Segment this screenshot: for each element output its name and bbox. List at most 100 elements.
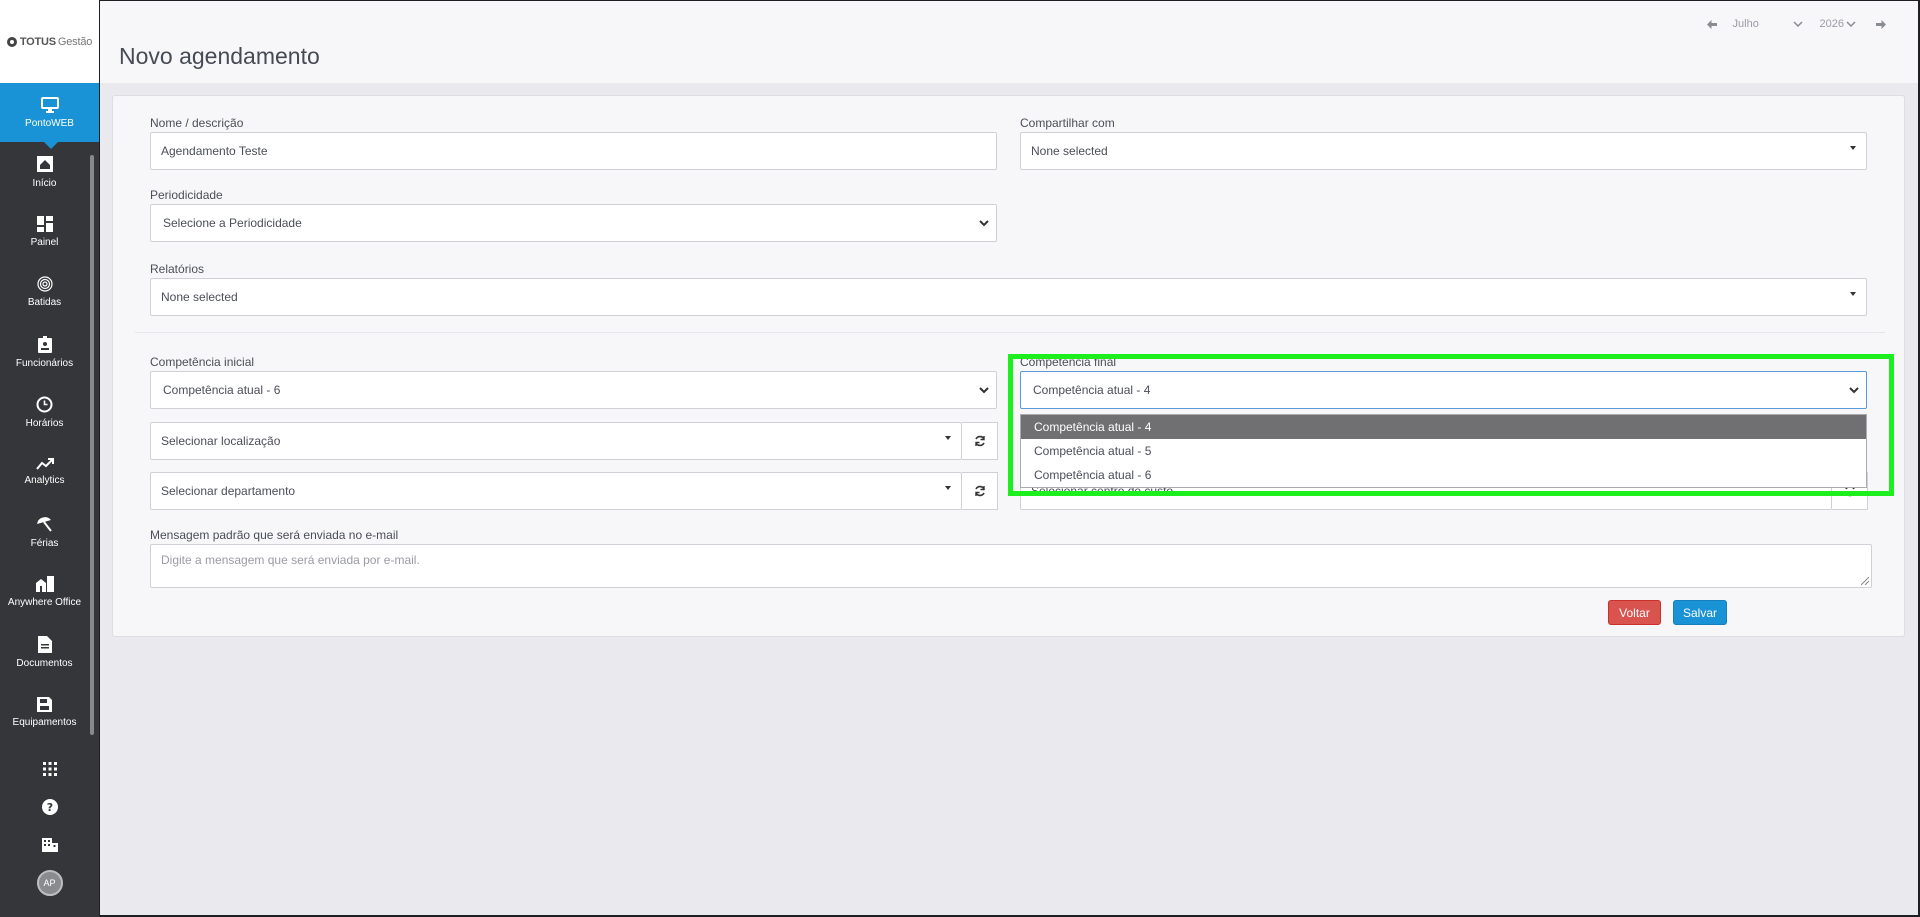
sidebar-item-horarios[interactable]: Horários — [0, 382, 89, 442]
resize-grip-icon[interactable] — [1861, 577, 1869, 585]
sidebar-item-inicio[interactable]: Início — [0, 142, 89, 202]
year-chevron-down-icon[interactable] — [1846, 18, 1858, 30]
prev-month-button[interactable] — [1705, 17, 1719, 31]
company-building-icon — [41, 838, 58, 852]
dropdown-option[interactable]: Competência atual - 4 — [1021, 415, 1866, 439]
app-label: PontoWEB — [25, 117, 74, 129]
refresh-localizacao-button[interactable] — [962, 422, 998, 460]
month-chevron-down-icon[interactable] — [1792, 18, 1805, 30]
dropdown-option[interactable]: Competência atual - 6 — [1021, 463, 1866, 487]
nome-value: Agendamento Teste — [161, 144, 268, 158]
dropdown-option[interactable]: Competência atual - 5 — [1021, 439, 1866, 463]
departamento-select[interactable]: Selecionar departamento — [150, 472, 962, 510]
arrow-left-icon — [1706, 19, 1717, 29]
totvs-logo-icon — [6, 36, 17, 47]
brand-sub: Gestão — [57, 35, 93, 48]
compartilhar-multiselect[interactable]: None selected — [1020, 132, 1867, 170]
sidebar-item-label: Horários — [25, 417, 64, 429]
sidebar-scrollbar[interactable] — [89, 145, 95, 742]
sidebar-item-label: Anywhere Office — [7, 597, 82, 608]
mensagem-placeholder: Digite a mensagem que será enviada por e… — [161, 553, 420, 567]
page-title: Novo agendamento — [119, 43, 320, 69]
refresh-icon — [974, 435, 985, 447]
sidebar-item-label: Documentos — [16, 657, 73, 669]
mensagem-textarea[interactable]: Digite a mensagem que será enviada por e… — [150, 544, 1872, 588]
nome-label: Nome / descrição — [150, 116, 244, 130]
caret-down-icon — [1850, 146, 1856, 150]
localizacao-value: Selecionar localização — [161, 434, 281, 448]
next-month-button[interactable] — [1874, 17, 1888, 31]
arrow-right-icon — [1876, 19, 1886, 29]
nome-input[interactable]: Agendamento Teste — [150, 132, 997, 170]
sidebar-item-funcionarios[interactable]: Funcionários — [0, 322, 89, 382]
sidebar-item-batidas[interactable]: Batidas — [0, 262, 89, 322]
scroll-thumb[interactable] — [90, 155, 94, 735]
sidebar-item-equipamentos[interactable]: Equipamentos — [0, 682, 89, 742]
chevron-down-icon — [1849, 387, 1859, 394]
relatorios-multiselect[interactable]: None selected — [150, 278, 1867, 316]
sidebar-nav: Início Painel Batidas Funcionários Horár… — [0, 142, 89, 742]
help-button[interactable]: ? — [0, 788, 99, 826]
sidebar-item-anywhere-office[interactable]: Anywhere Office — [0, 562, 89, 622]
section-divider — [135, 332, 1885, 333]
sidebar-bottom: ? AP — [0, 750, 99, 902]
sidebar-item-label: Analytics — [24, 475, 65, 486]
comp-final-select[interactable]: Competência atual - 4 — [1020, 371, 1867, 409]
sidebar-item-label: Início — [32, 178, 57, 189]
sidebar-item-ferias[interactable]: Férias — [0, 502, 89, 562]
home-icon — [36, 156, 53, 172]
comp-inicial-label: Competência inicial — [150, 355, 255, 369]
device-save-icon — [37, 696, 52, 712]
chevron-down-icon — [979, 387, 989, 394]
form-card: Nome / descrição Agendamento Teste Compa… — [112, 95, 1905, 637]
caret-down-icon — [1850, 292, 1856, 296]
document-icon — [37, 635, 52, 653]
main-content: Novo agendamento Julho 2026 Nome / descr… — [100, 1, 1918, 915]
trending-up-icon — [35, 458, 54, 470]
compartilhar-label: Compartilhar com — [1020, 116, 1115, 130]
sidebar-item-label: Equipamentos — [12, 716, 77, 728]
sidebar-item-analytics[interactable]: Analytics — [0, 442, 89, 502]
comp-inicial-value: Competência atual - 6 — [163, 383, 281, 397]
sidebar-item-label: Painel — [30, 237, 59, 248]
periodicidade-label: Periodicidade — [150, 188, 223, 202]
sidebar: TOTUS Gestão PontoWEB Início Painel Bati… — [0, 0, 99, 917]
comp-inicial-select[interactable]: Competência atual - 6 — [150, 371, 997, 409]
sidebar-item-documentos[interactable]: Documentos — [0, 622, 89, 682]
help-icon: ? — [41, 799, 58, 815]
sidebar-item-painel[interactable]: Painel — [0, 202, 89, 262]
mensagem-label: Mensagem padrão que será enviada no e-ma… — [150, 528, 399, 542]
apps-grid-button[interactable] — [0, 750, 99, 788]
page-header: Novo agendamento Julho 2026 — [100, 1, 1918, 83]
relatorios-value: None selected — [161, 290, 238, 304]
user-avatar-button[interactable]: AP — [0, 864, 99, 902]
fingerprint-icon — [36, 276, 53, 292]
sidebar-item-label: Férias — [30, 537, 59, 549]
comp-final-label: Competência final — [1020, 355, 1117, 369]
monitor-icon — [40, 96, 59, 113]
month-select[interactable]: Julho — [1733, 18, 1791, 30]
comp-final-value: Competência atual - 4 — [1033, 383, 1151, 397]
chevron-down-icon — [979, 220, 989, 227]
comp-final-dropdown-list: Competência atual - 4 Competência atual … — [1020, 414, 1867, 488]
caret-down-icon — [945, 436, 951, 440]
periodicidade-select[interactable]: Selecione a Periodicidade — [150, 204, 997, 242]
year-select[interactable]: 2026 — [1820, 18, 1844, 30]
voltar-button[interactable]: Voltar — [1608, 600, 1661, 625]
refresh-icon — [974, 485, 985, 497]
departamento-value: Selecionar departamento — [161, 484, 296, 498]
svg-text:?: ? — [46, 801, 52, 814]
company-button[interactable] — [0, 826, 99, 864]
app-pontoweb[interactable]: PontoWEB — [0, 83, 99, 149]
sidebar-item-label: Batidas — [27, 297, 62, 308]
salvar-button[interactable]: Salvar — [1673, 600, 1727, 625]
brand-name: TOTUS — [19, 35, 56, 48]
avatar: AP — [36, 870, 63, 896]
localizacao-select[interactable]: Selecionar localização — [150, 422, 962, 460]
buildings-icon — [35, 576, 54, 592]
caret-down-icon — [945, 486, 951, 490]
dashboard-icon — [36, 216, 53, 232]
brand-logo[interactable]: TOTUS Gestão — [0, 0, 99, 83]
id-badge-icon — [37, 335, 52, 353]
refresh-departamento-button[interactable] — [962, 472, 998, 510]
